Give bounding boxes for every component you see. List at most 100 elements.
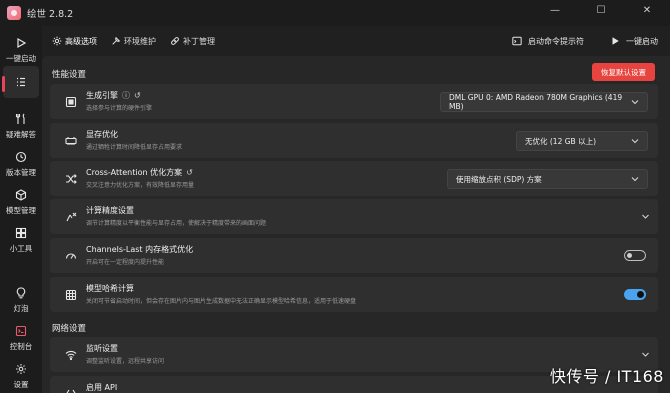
close-button[interactable]: ✕	[624, 0, 670, 20]
setting-card-vram: 显存优化 通过牺牲计算时间降低显存占用要求 无优化 (12 GB 以上)	[50, 123, 658, 158]
sidebar-item-label: 版本管理	[6, 167, 36, 177]
top-bar: 高级选项 环境维护 补丁管理 启动命令提示符 一键启动	[42, 26, 670, 56]
setting-card-engine: 生成引擎 ⓘ ↺ 选择参与计算的硬件引擎 DML GPU 0: AMD Rade…	[50, 84, 658, 119]
setting-description: 通过牺牲计算时间降低显存占用要求	[86, 144, 183, 151]
wifi-icon	[64, 348, 77, 361]
sidebar-item-label: 设置	[13, 379, 29, 389]
tab-label: 环境维护	[124, 36, 156, 46]
setting-description: 选择参与计算的硬件引擎	[86, 105, 153, 112]
setting-description: 调整监听设置，远程共享访问	[86, 358, 165, 365]
sidebar-item-troubleshoot[interactable]: 疑难解答	[0, 106, 42, 144]
history-icon	[13, 149, 29, 165]
patch-icon	[170, 36, 180, 46]
speed-icon	[64, 249, 77, 262]
title-bar: 绘世 2.8.2 — ☐ ✕	[0, 0, 670, 26]
setting-title: 显存优化	[86, 130, 118, 139]
watermark: 快传号 / IT168	[549, 367, 664, 386]
main-content: 性能设置 恢复默认设置 生成引擎 ⓘ ↺ 选择参与计算的硬件引擎 DML GPU…	[42, 56, 670, 393]
setting-title: 生成引擎 ⓘ ↺	[86, 90, 141, 101]
reset-icon[interactable]: ↺	[186, 168, 193, 177]
app-title: 绘世 2.8.2	[27, 9, 74, 20]
grid-icon	[13, 225, 29, 241]
sidebar-item-label: 控制台	[9, 341, 33, 351]
sidebar-item-launch[interactable]: 一键启动	[0, 30, 42, 68]
list-icon	[13, 74, 29, 90]
sidebar-item-advanced[interactable]	[2, 66, 39, 98]
sidebar-item-console[interactable]: 控制台	[0, 318, 42, 356]
window-controls: — ☐ ✕	[532, 0, 670, 20]
tab-advanced[interactable]: 高级选项	[48, 30, 101, 52]
engine-select-value: DML GPU 0: AMD Radeon 780M Graphics (419…	[449, 93, 623, 111]
help-icon[interactable]: ⓘ	[122, 90, 130, 101]
sidebar-item-label: 疑难解答	[6, 129, 36, 139]
chevron-down-icon	[631, 177, 639, 182]
open-console-label: 启动命令提示符	[528, 36, 584, 46]
chevron-down-icon	[642, 214, 649, 219]
launch-label: 一键启动	[626, 36, 658, 46]
sidebar-item-label: 一键启动	[6, 53, 36, 63]
engine-icon	[64, 95, 77, 108]
setting-title: 计算精度设置	[86, 206, 134, 215]
setting-title: 监听设置	[86, 344, 118, 353]
setting-title: 启用 API	[86, 383, 118, 392]
tools-icon	[111, 36, 121, 46]
terminal-icon	[512, 36, 522, 46]
setting-title: 模型哈希计算	[86, 284, 134, 293]
gear-icon	[13, 361, 29, 377]
setting-description: 开启可在一定程度内提升性能	[86, 259, 165, 266]
cross-attention-select-value: 使用缩放点积 (SDP) 方案	[456, 174, 542, 184]
chevron-down-icon	[642, 352, 649, 357]
sidebar-item-tools[interactable]: 小工具	[0, 220, 42, 258]
hash-icon	[64, 288, 77, 301]
cross-attention-select[interactable]: 使用缩放点积 (SDP) 方案	[447, 169, 648, 189]
top-actions: 启动命令提示符 一键启动	[486, 30, 658, 52]
section-title-network: 网络设置	[52, 324, 87, 334]
open-console-button[interactable]: 启动命令提示符	[512, 30, 584, 52]
reset-defaults-button[interactable]: 恢复默认设置	[592, 63, 655, 81]
vram-select-value: 无优化 (12 GB 以上)	[525, 136, 597, 146]
setting-title: Channels-Last 内存格式优化	[86, 245, 194, 254]
precision-icon	[64, 210, 77, 223]
setting-description: 调节计算精度以平衡性能与显存占用，使解决于精度带来的画面问题	[86, 220, 267, 227]
chevron-down-icon	[631, 100, 639, 105]
sidebar-item-tips[interactable]: 灯泡	[0, 280, 42, 318]
section-title-performance: 性能设置	[52, 70, 87, 80]
setting-title: Cross-Attention 优化方案 ↺	[86, 168, 193, 177]
tab-environment[interactable]: 环境维护	[107, 30, 160, 52]
lightbulb-icon	[13, 285, 29, 301]
sidebar-item-label: 小工具	[9, 243, 33, 253]
sidebar-item-label: 模型管理	[6, 205, 36, 215]
gear-icon	[52, 36, 62, 46]
troubleshoot-icon	[13, 111, 29, 127]
minimize-button[interactable]: —	[532, 0, 578, 20]
reset-icon[interactable]: ↺	[134, 91, 141, 100]
memory-icon	[64, 134, 77, 147]
setting-card-precision[interactable]: 计算精度设置 调节计算精度以平衡性能与显存占用，使解决于精度带来的画面问题	[50, 199, 658, 234]
sidebar: 一键启动 疑难解答 版本管理 模型管理 小工具 灯泡 控制台 设置	[0, 26, 42, 393]
console-icon	[13, 323, 29, 339]
play-icon	[13, 35, 29, 51]
vram-select[interactable]: 无优化 (12 GB 以上)	[516, 131, 648, 151]
tab-label: 补丁管理	[183, 36, 215, 46]
api-icon	[64, 387, 77, 393]
chevron-down-icon	[631, 139, 639, 144]
model-hash-toggle[interactable]	[624, 289, 646, 300]
app-logo-icon	[7, 6, 21, 20]
engine-select[interactable]: DML GPU 0: AMD Radeon 780M Graphics (419…	[440, 92, 648, 112]
sidebar-item-settings[interactable]: 设置	[0, 356, 42, 393]
maximize-button[interactable]: ☐	[578, 0, 624, 20]
setting-description: 关闭可节省启动时间，但会存在图片内与图片生成数据中无法正确显示模型哈希信息，适用…	[86, 298, 357, 305]
sidebar-item-versions[interactable]: 版本管理	[0, 144, 42, 182]
play-icon	[610, 36, 620, 46]
setting-card-cross-attention: Cross-Attention 优化方案 ↺ 交叉注意力优化方案，有效降低显存用…	[50, 161, 658, 196]
sidebar-item-label: 灯泡	[13, 303, 29, 313]
setting-card-model-hash: 模型哈希计算 关闭可节省启动时间，但会存在图片内与图片生成数据中无法正确显示模型…	[50, 277, 658, 312]
launch-button[interactable]: 一键启动	[610, 30, 658, 52]
shuffle-icon	[64, 172, 77, 185]
channels-last-toggle[interactable]	[624, 250, 646, 261]
tab-patches[interactable]: 补丁管理	[166, 30, 219, 52]
setting-card-channels-last: Channels-Last 内存格式优化 开启可在一定程度内提升性能	[50, 238, 658, 273]
tab-label: 高级选项	[65, 36, 97, 46]
sidebar-item-models[interactable]: 模型管理	[0, 182, 42, 220]
setting-description: 交叉注意力优化方案，有效降低显存用量	[86, 182, 195, 189]
